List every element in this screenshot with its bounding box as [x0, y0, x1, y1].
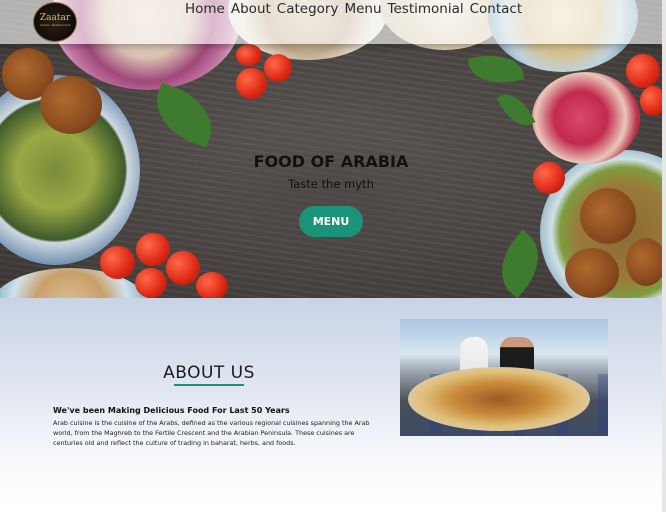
hero-subtitle: Taste the myth [288, 177, 374, 191]
tomato-image [264, 54, 292, 82]
falafel-image [40, 76, 102, 134]
falafel-image [580, 188, 636, 244]
navbar: Zaatar Arabic Restaurant Home About Cate… [0, 0, 662, 44]
tomato-image [236, 44, 262, 66]
tomato-image [100, 246, 135, 279]
tomato-image [626, 54, 660, 88]
falafel-image [626, 238, 662, 286]
nav-link-about[interactable]: About [231, 0, 271, 18]
about-body-text: Arab cuisine is the cuisine of the Arabs… [53, 419, 370, 447]
tomato-image [196, 272, 228, 298]
about-section: ABOUT US We've been Making Delicious Foo… [0, 298, 662, 512]
window-edge [662, 0, 666, 512]
nav-link-testimonial[interactable]: Testimonial [388, 0, 464, 18]
menu-button[interactable]: MENU [299, 206, 363, 237]
nav-link-contact[interactable]: Contact [470, 0, 523, 18]
tomato-image [135, 268, 167, 298]
logo-tagline: Arabic Restaurant [39, 23, 71, 27]
hero-banner: FOOD OF ARABIA Taste the myth MENU [0, 0, 662, 298]
site-logo[interactable]: Zaatar Arabic Restaurant [33, 2, 77, 42]
about-photo [400, 319, 608, 436]
nav-link-menu[interactable]: Menu [344, 0, 381, 18]
falafel-image [565, 248, 619, 298]
heading-underline [174, 384, 244, 386]
leaf-image [496, 87, 536, 133]
tomato-image [166, 251, 200, 285]
hero-title: FOOD OF ARABIA [253, 152, 409, 171]
about-subheading: We've been Making Delicious Food For Las… [53, 406, 290, 415]
nav-link-category[interactable]: Category [277, 0, 339, 18]
about-heading: ABOUT US [163, 363, 255, 384]
photo-food-platter [408, 367, 590, 431]
nav-links: Home About Category Menu Testimonial Con… [185, 0, 522, 18]
logo-name: Zaatar [39, 13, 71, 23]
tomato-image [136, 233, 170, 266]
tomato-image [640, 86, 662, 116]
tomato-image [236, 68, 267, 99]
nav-link-home[interactable]: Home [185, 0, 225, 18]
pomegranate-image [532, 72, 640, 164]
